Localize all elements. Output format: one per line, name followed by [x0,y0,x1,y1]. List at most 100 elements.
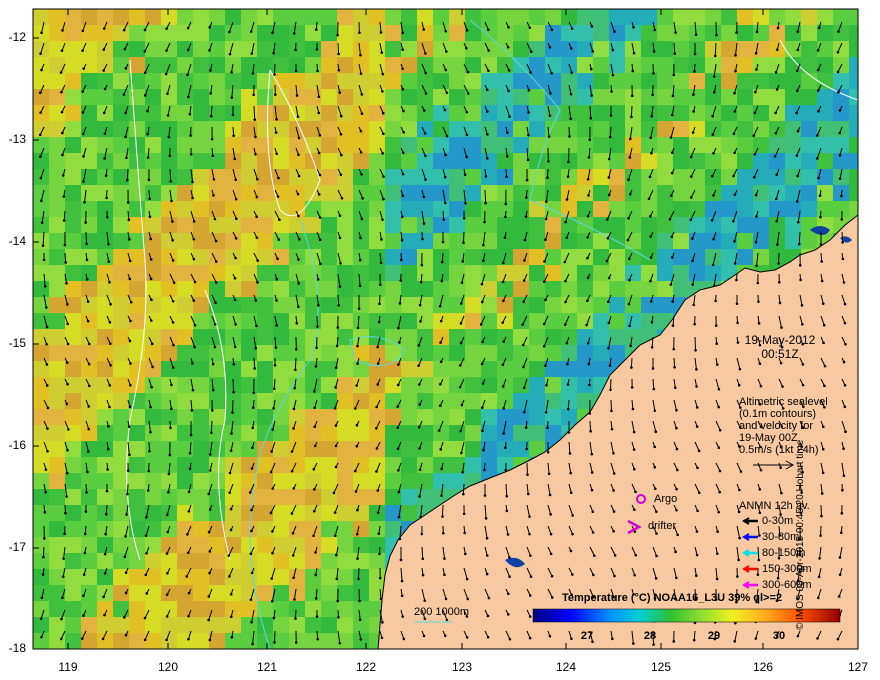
sst-cell [673,153,689,169]
sst-cell [145,73,161,89]
sst-cell [625,281,641,297]
sst-cell [785,9,801,25]
sst-cell [465,457,481,473]
sst-cell [113,553,129,569]
sst-cell [97,313,113,329]
sst-cell [353,169,369,185]
velocity-vector-head [647,197,651,201]
velocity-vector-head [737,558,740,562]
sst-cell [145,153,161,169]
velocity-vector [232,126,235,136]
velocity-vector-head [838,109,842,112]
velocity-vector-head [528,636,532,640]
sst-cell [305,345,321,361]
velocity-vector-head [250,620,253,624]
velocity-vector-head [631,407,635,411]
velocity-vector-head [521,323,525,326]
velocity-vector-head [607,347,610,350]
sst-cell [449,409,465,425]
altimetry-line: and velocity for [739,420,813,432]
sst-cell [113,185,129,201]
sst-cell [689,265,705,281]
velocity-vector-head [628,324,631,328]
sst-cell [721,169,737,185]
sst-cell [497,409,513,425]
sst-cell [577,25,593,41]
velocity-vector-head [274,131,278,134]
sst-cell [49,137,65,153]
sst-cell [577,281,593,297]
velocity-vector-head [208,453,212,456]
sst-cell [49,313,65,329]
velocity-vector-head [442,218,446,221]
velocity-vector-head [332,491,336,495]
sst-cell [81,569,97,585]
velocity-vector-head [424,178,427,181]
sst-cell [65,9,81,25]
sst-cell [305,329,321,345]
velocity-vector-head [354,407,357,410]
sst-cell [49,185,65,201]
velocity-vector-head [817,176,820,180]
sst-cell [193,569,209,585]
sst-cell [337,377,353,393]
velocity-vector-head [458,364,462,367]
velocity-vector-head [105,215,109,219]
velocity-vector-head [251,426,255,430]
sst-cell [609,297,625,313]
sst-cell [289,441,305,457]
velocity-vector-head [654,430,658,434]
velocity-vector-head [108,342,112,345]
sst-cell [401,377,417,393]
sst-cell [545,41,561,57]
velocity-vector-head [334,465,338,469]
sst-cell [609,249,625,265]
velocity-vector-head [292,407,296,411]
velocity-vector-head [207,492,211,496]
velocity-vector-head [549,513,552,516]
sst-cell [385,73,401,89]
sst-cell [465,409,481,425]
sst-cell [481,249,497,265]
sst-cell [593,9,609,25]
sst-cell [289,345,305,361]
sst-cell [161,313,177,329]
sst-cell [641,153,657,169]
sst-cell [193,377,209,393]
velocity-vector-head [543,280,546,284]
sst-cell [769,153,785,169]
sst-cell [449,169,465,185]
sst-cell [337,345,353,361]
sst-cell [529,329,545,345]
velocity-vector-head [669,136,673,139]
sst-cell [593,297,609,313]
sst-cell [513,313,529,329]
velocity-vector-head [185,575,189,578]
sst-cell [305,73,321,89]
sst-cell [305,377,321,393]
velocity-vector-head [501,385,505,388]
sst-cell [161,345,177,361]
velocity-vector-head [671,324,675,327]
sst-cell [113,41,129,57]
velocity-vector-head [297,214,300,218]
sst-cell [177,537,193,553]
sst-cell [401,169,417,185]
velocity-vector-head [255,324,258,328]
velocity-vector [462,231,465,243]
velocity-vector-head [712,284,716,287]
velocity-vector-head [440,260,444,264]
sst-cell [609,153,625,169]
sst-cell [673,169,689,185]
velocity-vector-head [187,95,190,99]
sst-cell [689,137,705,153]
velocity-vector-head [671,300,675,303]
velocity-vector-head [547,159,550,163]
velocity-vector-head [466,597,470,601]
velocity-vector-head [151,365,154,369]
sst-cell [177,633,193,649]
sst-cell [657,185,673,201]
velocity-vector-head [127,425,131,429]
velocity-vector-head [714,324,718,327]
velocity-vector-head [62,195,66,198]
